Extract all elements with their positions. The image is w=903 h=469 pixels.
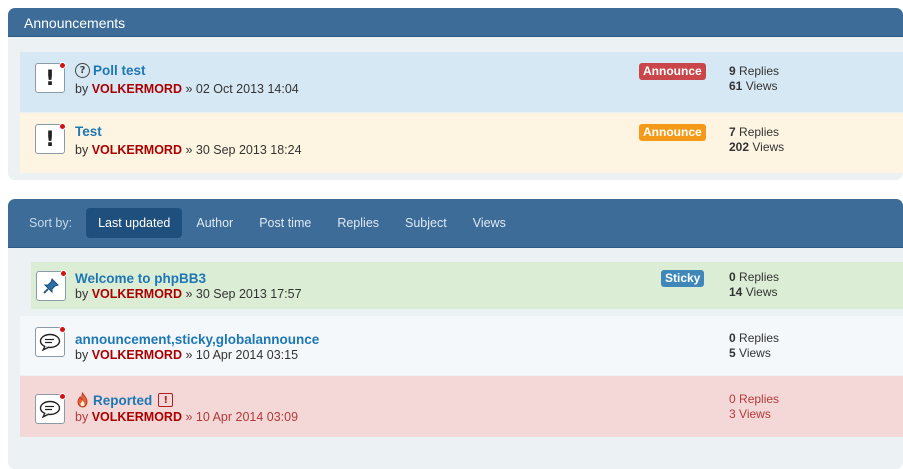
topic-stats: 0 Replies 5 Views xyxy=(729,331,779,361)
views-label: Views xyxy=(745,285,778,299)
post-date: 10 Apr 2014 03:15 xyxy=(195,348,299,362)
topic-title-link[interactable]: announcement,sticky,globalannounce xyxy=(75,332,319,347)
by-label: by xyxy=(75,348,89,362)
post-date: 30 Sep 2013 17:57 xyxy=(195,287,302,301)
question-circle-icon: ? xyxy=(75,63,90,78)
replies-label: Replies xyxy=(739,331,780,345)
topic-title-link[interactable]: Reported xyxy=(93,393,152,408)
views-count: 61 xyxy=(729,79,743,93)
topic-title-line: Test xyxy=(75,124,102,139)
author-link[interactable]: VOLKERMORD xyxy=(92,143,182,157)
topic-row: ! Test by VOLKERMORD » 30 Sep 2013 18:24… xyxy=(20,113,903,173)
separator: » xyxy=(185,348,193,362)
pushpin-glyph xyxy=(43,278,59,294)
announce-badge: Announce xyxy=(639,124,706,141)
separator: » xyxy=(185,410,193,424)
sort-views[interactable]: Views xyxy=(461,208,518,238)
topic-title-link[interactable]: Test xyxy=(75,124,102,139)
by-label: by xyxy=(75,287,89,301)
topics-header: Sort by: Last updated Author Post time R… xyxy=(8,199,903,248)
announce-icon[interactable]: ! xyxy=(35,62,66,93)
author-link[interactable]: VOLKERMORD xyxy=(92,348,182,362)
topic-byline: by VOLKERMORD » 02 Oct 2013 14:04 xyxy=(75,82,299,96)
views-label: Views xyxy=(752,140,785,154)
announce-badge: Announce xyxy=(639,63,706,80)
topic-stats: 0 Replies 14 Views xyxy=(729,270,779,300)
sort-by-label: Sort by: xyxy=(29,216,73,230)
topic-title-link[interactable]: Poll test xyxy=(93,63,146,78)
topic-stats: 0 Replies 3 Views xyxy=(729,392,779,422)
speech-bubble-icon[interactable] xyxy=(35,393,66,424)
announce-icon[interactable]: ! xyxy=(35,123,66,154)
views-count: 3 xyxy=(729,407,736,421)
announcements-header-title: Announcements xyxy=(24,15,126,31)
replies-label: Replies xyxy=(739,270,780,284)
topic-row: announcement,sticky,globalannounce by VO… xyxy=(20,316,903,375)
replies-label: Replies xyxy=(739,392,780,406)
topic-row: Welcome to phpBB3 by VOLKERMORD » 30 Sep… xyxy=(31,262,903,309)
speech-bubble-icon[interactable] xyxy=(35,326,66,357)
views-label: Views xyxy=(745,79,778,93)
views-label: Views xyxy=(739,346,771,360)
announcements-header: Announcements xyxy=(8,8,903,37)
pushpin-icon[interactable] xyxy=(36,270,67,301)
by-label: by xyxy=(75,82,89,96)
replies-count: 0 xyxy=(729,331,736,345)
post-date: 10 Apr 2014 03:09 xyxy=(195,410,299,424)
replies-count: 0 xyxy=(729,270,736,284)
author-link[interactable]: VOLKERMORD xyxy=(92,410,182,424)
topic-byline: by VOLKERMORD » 30 Sep 2013 17:57 xyxy=(75,287,302,301)
topic-stats: 7 Replies 202 Views xyxy=(729,125,784,155)
sort-subject[interactable]: Subject xyxy=(393,208,459,238)
topic-byline: by VOLKERMORD » 30 Sep 2013 18:24 xyxy=(75,143,302,157)
speech-bubble-glyph xyxy=(39,400,61,418)
topic-title-line: Reported ! xyxy=(75,392,174,408)
topic-byline: by VOLKERMORD » 10 Apr 2014 03:15 xyxy=(75,348,298,362)
sort-author[interactable]: Author xyxy=(184,208,245,238)
views-label: Views xyxy=(739,407,771,421)
fire-icon xyxy=(77,392,88,408)
topic-title-line: announcement,sticky,globalannounce xyxy=(75,332,319,347)
topic-title-line: Welcome to phpBB3 xyxy=(75,271,206,286)
topic-row: ! ? Poll test by VOLKERMORD » 02 Oct 201… xyxy=(20,52,903,112)
separator: » xyxy=(185,287,193,301)
author-link[interactable]: VOLKERMORD xyxy=(92,287,182,301)
replies-count: 0 xyxy=(729,392,736,406)
exclamation-box-icon[interactable]: ! xyxy=(158,393,174,407)
post-date: 02 Oct 2013 14:04 xyxy=(195,82,299,96)
sort-post-time[interactable]: Post time xyxy=(247,208,323,238)
topic-stats: 9 Replies 61 Views xyxy=(729,64,779,94)
sort-last-updated[interactable]: Last updated xyxy=(86,208,183,238)
by-label: by xyxy=(75,410,89,424)
replies-count: 9 xyxy=(729,64,736,78)
sort-bar: Sort by: Last updated Author Post time R… xyxy=(8,207,520,239)
views-count: 5 xyxy=(729,346,736,360)
topic-byline: by VOLKERMORD » 10 Apr 2014 03:09 xyxy=(75,410,298,424)
speech-bubble-glyph xyxy=(39,333,61,351)
separator: » xyxy=(185,82,193,96)
views-count: 14 xyxy=(729,285,743,299)
topic-title-link[interactable]: Welcome to phpBB3 xyxy=(75,271,206,286)
sticky-badge: Sticky xyxy=(661,270,705,287)
topic-row: Reported ! by VOLKERMORD » 10 Apr 2014 0… xyxy=(20,376,903,437)
replies-label: Replies xyxy=(739,125,780,139)
sort-replies[interactable]: Replies xyxy=(325,208,391,238)
replies-count: 7 xyxy=(729,125,736,139)
by-label: by xyxy=(75,143,89,157)
separator: » xyxy=(185,143,193,157)
post-date: 30 Sep 2013 18:24 xyxy=(195,143,302,157)
replies-label: Replies xyxy=(739,64,780,78)
views-count: 202 xyxy=(729,140,750,154)
topic-title-line: ? Poll test xyxy=(75,63,146,78)
author-link[interactable]: VOLKERMORD xyxy=(92,82,182,96)
